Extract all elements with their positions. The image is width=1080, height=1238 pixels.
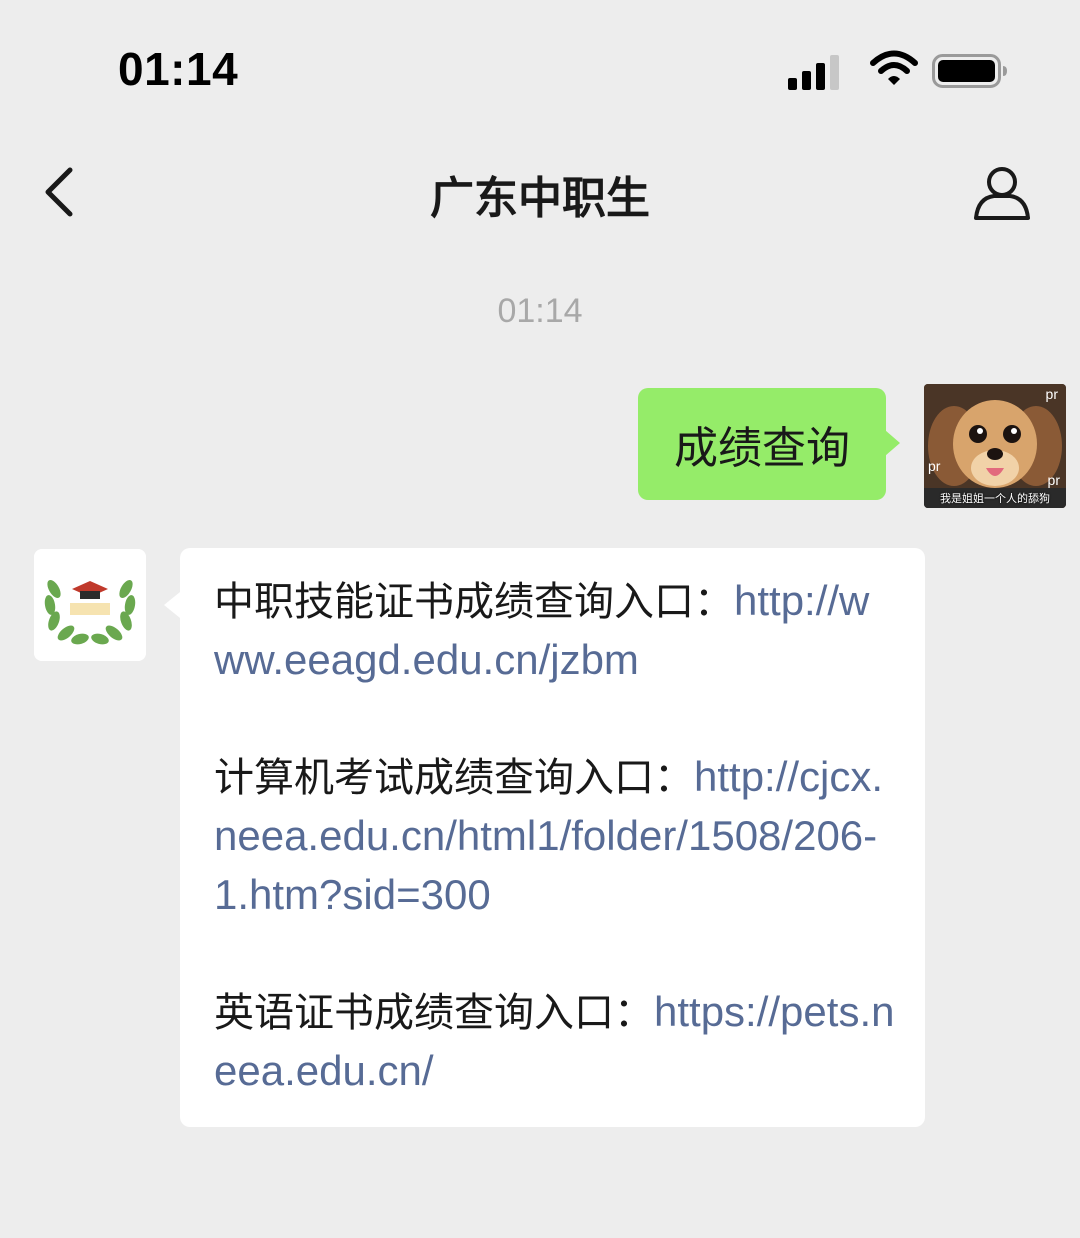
official-account-avatar[interactable] [34, 549, 146, 661]
my-avatar[interactable]: pr pr pr 我是姐姐一个人的舔狗 [924, 384, 1066, 508]
person-icon [974, 167, 1030, 220]
received-bubble-tail [164, 592, 180, 618]
chat-info-button[interactable] [970, 162, 1034, 226]
reply-label: 计算机考试成绩查询入口： [214, 755, 694, 801]
sent-message-row: 成绩查询 pr pr pr 我是姐姐一个人的舔狗 [586, 384, 1066, 508]
chat-title: 广东中职生 [430, 173, 650, 224]
status-time: 01:14 [118, 43, 239, 95]
nav-bar: 广东中职生 [0, 140, 1080, 250]
status-icons [788, 50, 1008, 92]
sent-message-bubble[interactable]: 成绩查询 [638, 388, 886, 500]
received-message-bubble[interactable]: 中职技能证书成绩查询入口：http://www.eeagd.edu.cn/jzb… [180, 548, 925, 1127]
sent-bubble-tail [885, 430, 900, 456]
signal-icon [788, 55, 839, 90]
reply-entry-computer: 计算机考试成绩查询入口：http://cjcx.neea.edu.cn/html… [214, 748, 895, 925]
avatar-caption: 我是姐姐一个人的舔狗 [940, 492, 1050, 505]
back-button[interactable] [34, 162, 94, 222]
battery-icon [932, 54, 1007, 88]
chevron-left-icon [45, 167, 73, 217]
reply-label: 中职技能证书成绩查询入口： [214, 579, 734, 625]
avatar-tag-top: pr [1045, 386, 1058, 402]
laurel-logo-icon [34, 549, 146, 661]
reply-entry-english: 英语证书成绩查询入口：https://pets.neea.edu.cn/ [214, 983, 895, 1101]
chat-timestamp: 01:14 [497, 292, 583, 330]
status-bar: 01:14 [0, 0, 1080, 140]
wifi-icon [870, 50, 918, 85]
avatar-tag-left: pr [928, 458, 941, 474]
reply-entry-skills: 中职技能证书成绩查询入口：http://www.eeagd.edu.cn/jzb… [214, 572, 895, 690]
avatar-tag-right: pr [1047, 472, 1060, 488]
reply-label: 英语证书成绩查询入口： [214, 990, 654, 1036]
